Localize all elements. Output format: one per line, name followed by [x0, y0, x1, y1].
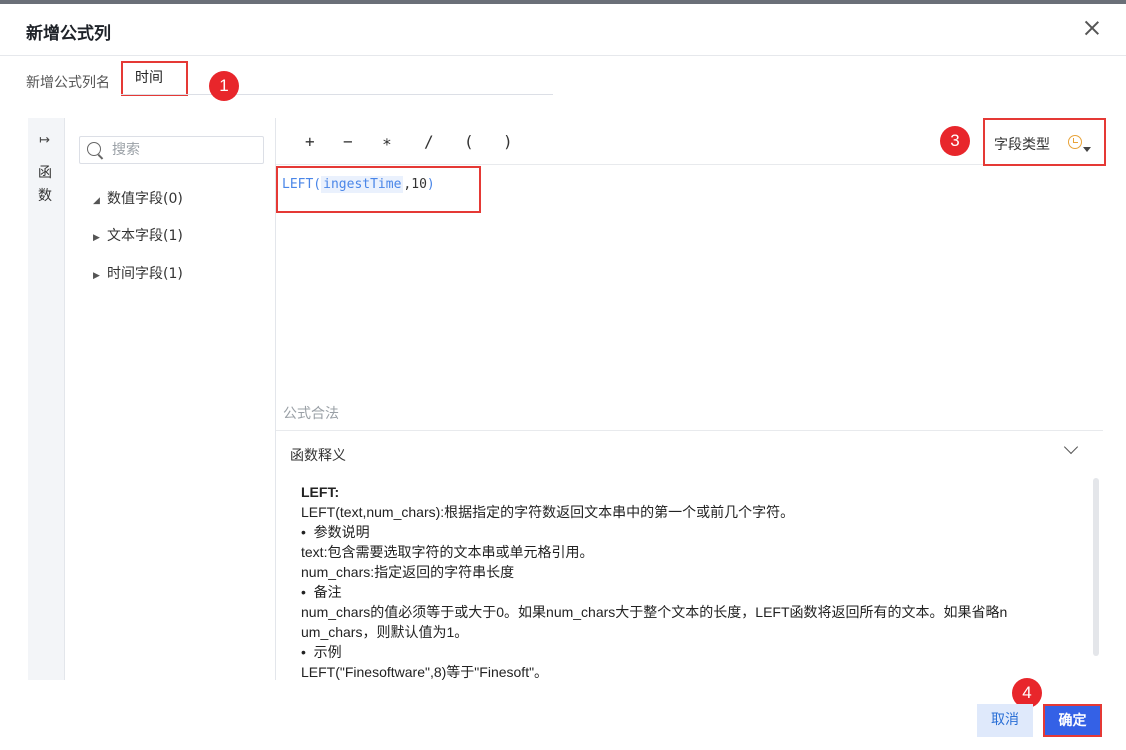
cancel-button[interactable]: 取消	[977, 704, 1033, 737]
explain-line: LEFT:	[301, 484, 340, 500]
rail-char-2: 数	[38, 188, 52, 204]
chevron-down-icon	[1083, 147, 1091, 152]
annotation-badge-1: 1	[209, 71, 239, 101]
field-pane: ◢ 数值字段(0) ▶ 文本字段(1) ▶ 时间字段(1)	[65, 118, 276, 680]
operator-divide-button[interactable]: /	[424, 132, 434, 151]
field-type-label: 字段类型	[994, 137, 1050, 153]
explain-line: LEFT(text,num_chars):根据指定的字符数返回文本串中的第一个或…	[301, 504, 795, 520]
close-icon[interactable]	[1082, 18, 1102, 38]
column-name-label: 新增公式列名	[26, 75, 110, 91]
caret-down-icon: ◢	[93, 196, 100, 206]
explain-line: • 备注	[301, 584, 342, 600]
dialog-title: 新增公式列	[26, 24, 111, 44]
caret-right-icon: ▶	[93, 271, 100, 281]
operator-open-paren-button[interactable]: (	[464, 132, 474, 151]
tree-group-label: 文本字段(1)	[107, 228, 183, 244]
column-name-input[interactable]: 时间	[121, 61, 188, 96]
operator-close-paren-button[interactable]: )	[503, 132, 513, 151]
expand-arrow-icon[interactable]: ↦	[39, 133, 50, 148]
tree-group-label: 数值字段(0)	[107, 191, 183, 207]
dialog-titlebar: 新增公式列	[0, 4, 1126, 56]
formula-close-paren: )	[426, 177, 435, 192]
operator-plus-button[interactable]: +	[305, 132, 315, 151]
formula-function: LEFT(	[282, 177, 322, 192]
formula-field-token[interactable]: ingestTime	[321, 176, 404, 193]
formula-args: ,10	[403, 177, 427, 192]
confirm-button[interactable]: 确定	[1043, 704, 1102, 737]
name-underline	[121, 94, 553, 95]
explain-line: text:包含需要选取字符的文本串或单元格引用。	[301, 544, 594, 560]
function-explain-title: 函数释义	[290, 448, 346, 464]
clock-icon	[1068, 135, 1082, 149]
operator-toolbar: + − ∗ / ( )	[276, 118, 1103, 165]
function-explain-header[interactable]: 函数释义	[276, 430, 1103, 476]
explain-line: num_chars的值必须等于或大于0。如果num_chars大于整个文本的长度…	[301, 604, 1008, 620]
explain-line: um_chars，则默认值为1。	[301, 624, 469, 640]
chevron-down-icon[interactable]	[1063, 439, 1079, 455]
explain-line: • 参数说明	[301, 524, 370, 540]
search-box[interactable]	[79, 136, 264, 164]
tree-group-time[interactable]: ▶ 时间字段(1)	[93, 263, 183, 283]
explain-line: • 示例	[301, 644, 342, 660]
operator-multiply-button[interactable]: ∗	[382, 132, 392, 151]
function-side-rail[interactable]: ↦ 函 数	[28, 118, 65, 680]
field-type-dropdown[interactable]: 字段类型	[983, 118, 1106, 166]
explain-line: LEFT("Finesoftware",8)等于"Finesoft"。	[301, 664, 549, 680]
formula-input[interactable]: LEFT(ingestTime ,10)	[282, 176, 435, 193]
tree-group-label: 时间字段(1)	[107, 266, 183, 282]
rail-char-1: 函	[38, 165, 52, 181]
tree-group-text[interactable]: ▶ 文本字段(1)	[93, 225, 183, 245]
explain-line: num_chars:指定返回的字符串长度	[301, 564, 515, 580]
search-input[interactable]	[112, 140, 257, 160]
tree-group-numeric[interactable]: ◢ 数值字段(0)	[93, 188, 183, 208]
caret-right-icon: ▶	[93, 233, 100, 243]
formula-status: 公式合法	[283, 406, 339, 422]
explain-scrollbar[interactable]	[1093, 478, 1099, 656]
operator-minus-button[interactable]: −	[343, 132, 353, 151]
search-icon	[86, 141, 104, 159]
function-explain-body: LEFT: LEFT(text,num_chars):根据指定的字符数返回文本串…	[301, 482, 1073, 680]
